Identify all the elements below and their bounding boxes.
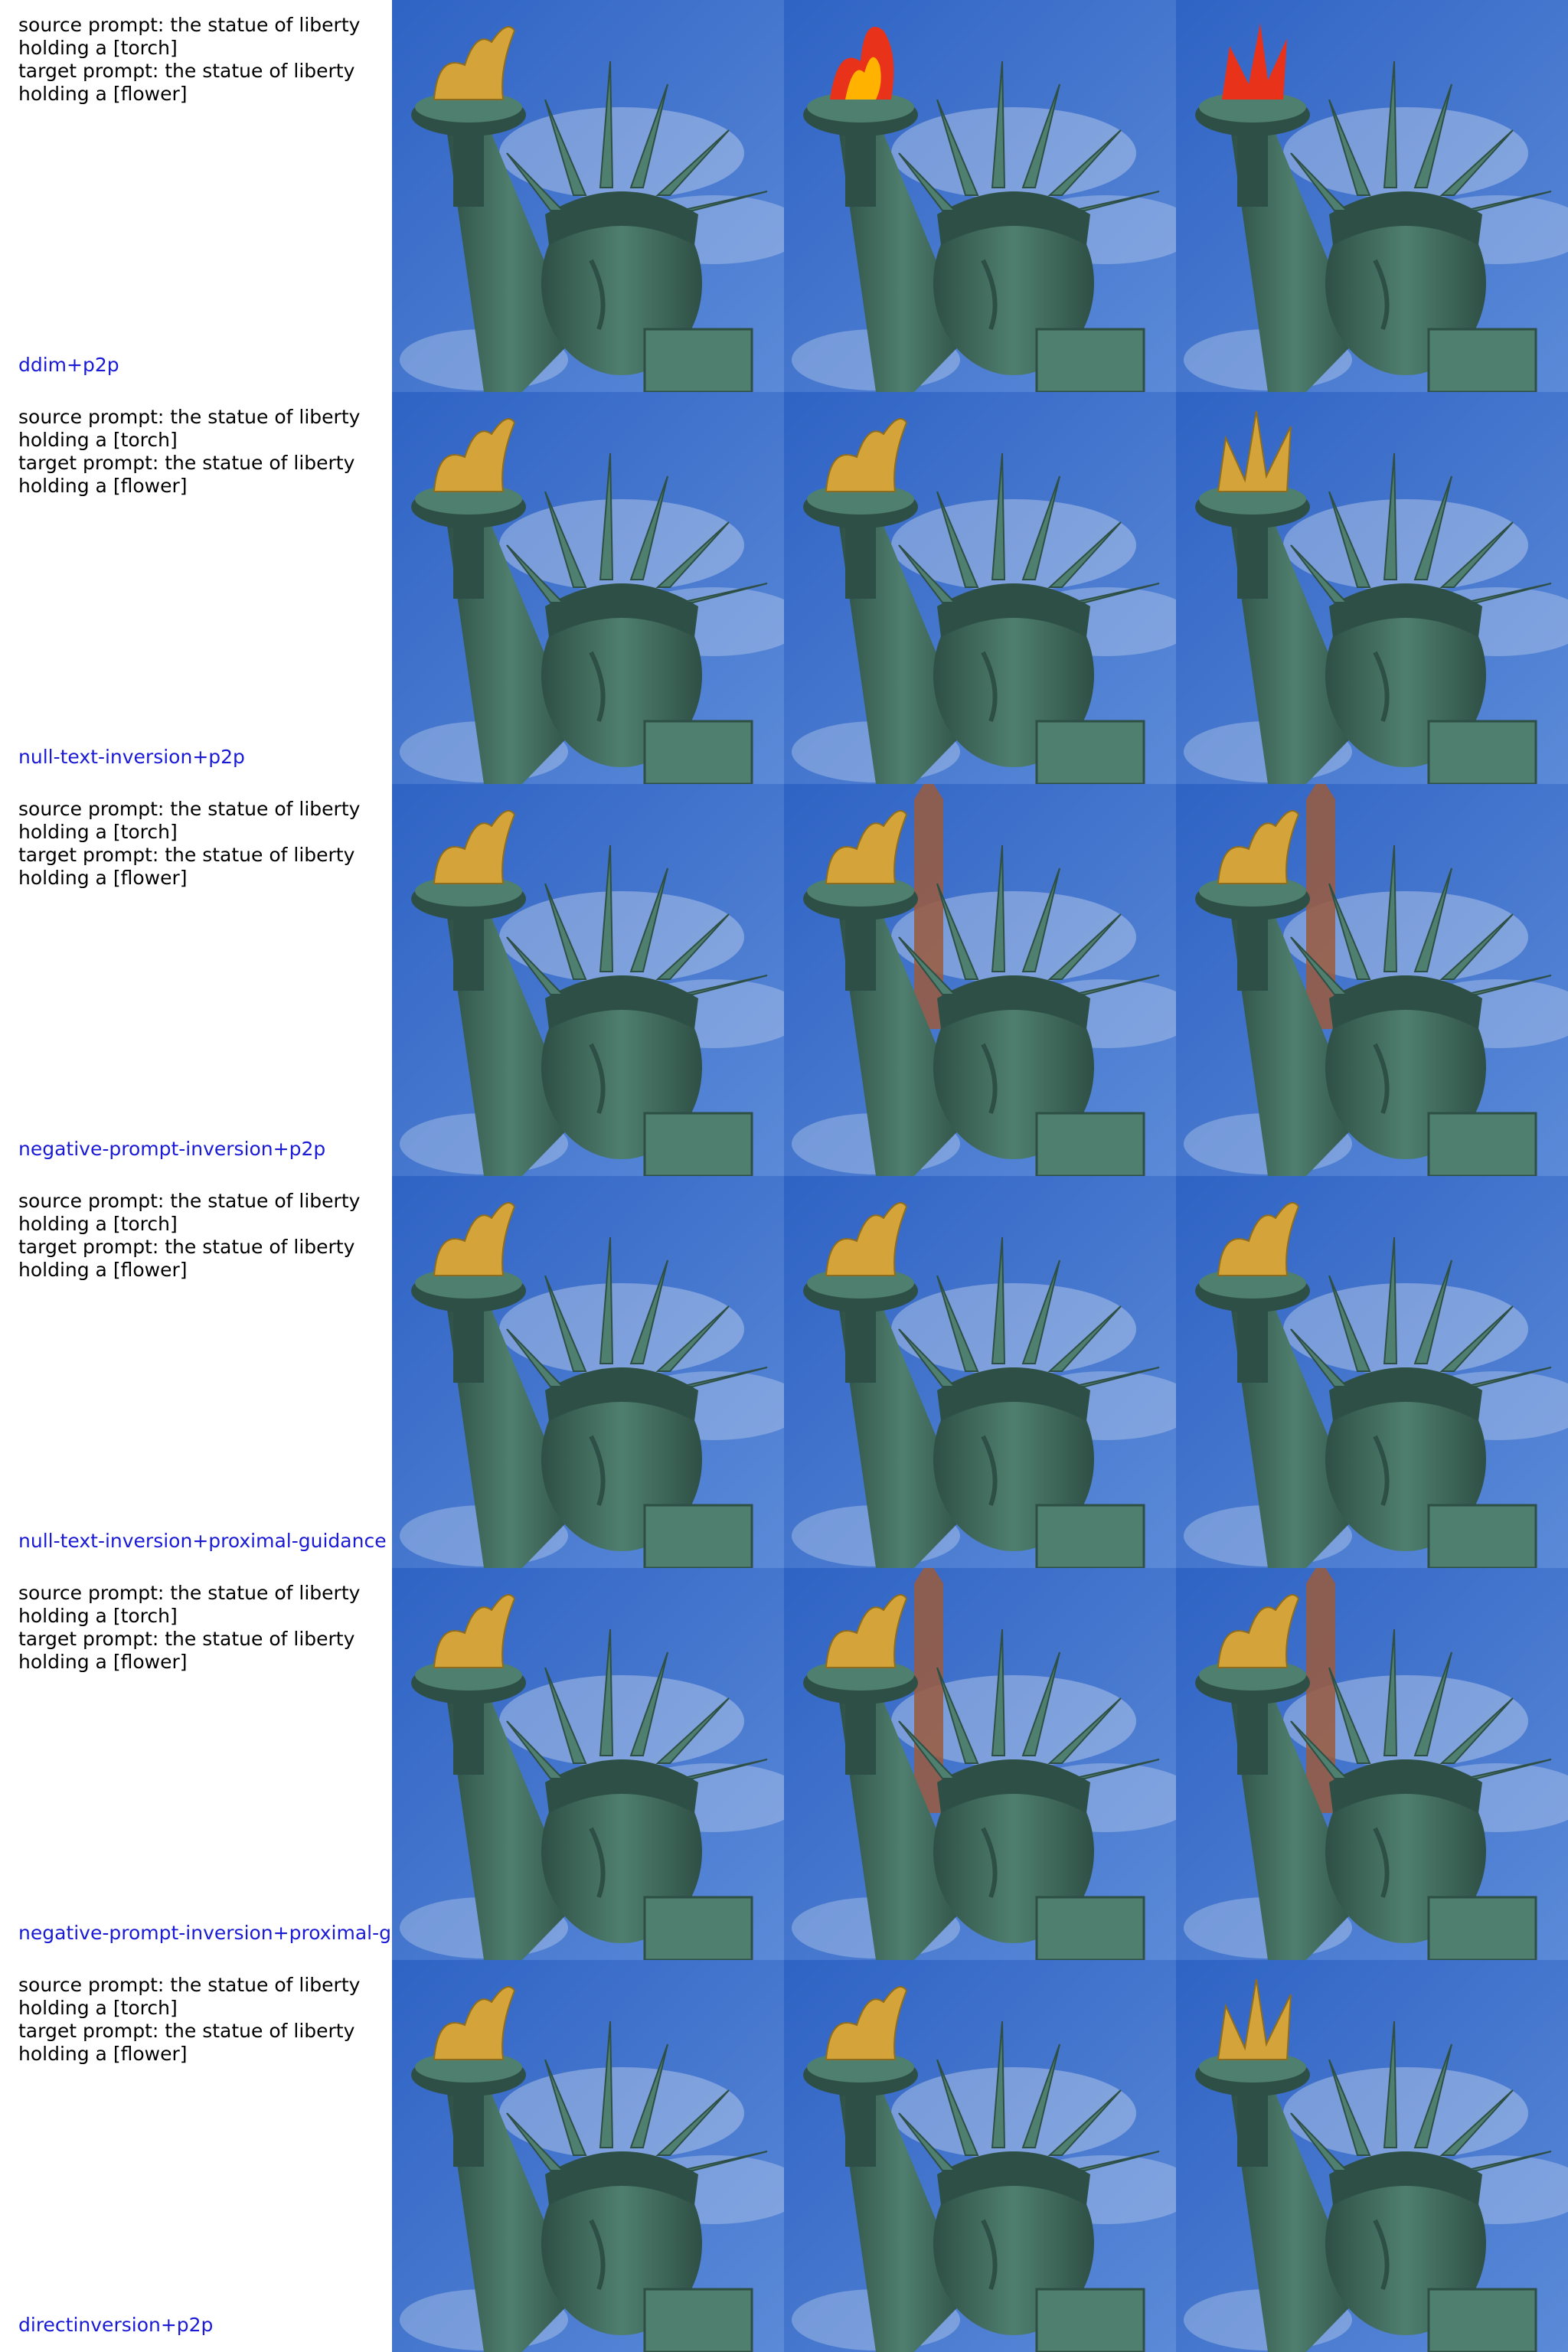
statue-tablet — [1427, 1112, 1537, 1176]
method-row: source prompt: the statue of liberty hol… — [0, 1960, 1568, 2352]
result-image-statue-of-liberty-source — [392, 1960, 784, 2352]
method-name: null-text-inversion+p2p — [18, 746, 245, 768]
method-name: negative-prompt-inversion+p2p — [18, 1138, 326, 1160]
tower-artifact — [914, 1583, 943, 1813]
source-prompt: source prompt: the statue of liberty hol… — [18, 1190, 361, 1235]
method-row: source prompt: the statue of liberty hol… — [0, 1568, 1568, 1960]
target-prompt: target prompt: the statue of liberty hol… — [18, 1236, 355, 1281]
result-image-statue-of-liberty-source — [392, 0, 784, 392]
target-prompt: target prompt: the statue of liberty hol… — [18, 844, 355, 889]
result-image-statue-of-liberty-edited-red-flower — [1176, 0, 1568, 392]
statue-tablet — [1035, 328, 1145, 392]
source-prompt: source prompt: the statue of liberty hol… — [18, 798, 361, 843]
statue-tablet — [1035, 1896, 1145, 1960]
result-image-statue-of-liberty-edited — [1176, 1176, 1568, 1568]
prompt-text: source prompt: the statue of liberty hol… — [18, 14, 378, 106]
result-image-statue-of-liberty-source — [392, 784, 784, 1176]
label-cell: source prompt: the statue of liberty hol… — [0, 392, 392, 784]
statue-tablet — [1035, 2288, 1145, 2352]
statue-tablet — [1427, 1896, 1537, 1960]
result-image-statue-of-liberty-edited-with-tower — [1176, 1568, 1568, 1960]
statue-tablet — [1427, 720, 1537, 784]
method-row: source prompt: the statue of liberty hol… — [0, 1176, 1568, 1568]
source-prompt: source prompt: the statue of liberty hol… — [18, 1974, 361, 2019]
result-image-statue-of-liberty-edited-flower — [1176, 1960, 1568, 2352]
tower-artifact — [1306, 1583, 1335, 1813]
target-prompt: target prompt: the statue of liberty hol… — [18, 452, 355, 497]
label-cell: source prompt: the statue of liberty hol… — [0, 1960, 392, 2352]
result-image-statue-of-liberty-reconstruction — [784, 1960, 1176, 2352]
comparison-grid: source prompt: the statue of liberty hol… — [0, 0, 1568, 2352]
target-prompt: target prompt: the statue of liberty hol… — [18, 1628, 355, 1673]
statue-tablet — [1427, 2288, 1537, 2352]
method-name: null-text-inversion+proximal-guidance — [18, 1530, 387, 1552]
statue-tablet — [1035, 1504, 1145, 1568]
result-image-statue-of-liberty-reconstruction-with-tower — [784, 1568, 1176, 1960]
label-cell: source prompt: the statue of liberty hol… — [0, 1568, 392, 1960]
tower-artifact — [914, 799, 943, 1029]
target-prompt: target prompt: the statue of liberty hol… — [18, 60, 355, 105]
label-cell: source prompt: the statue of liberty hol… — [0, 1176, 392, 1568]
prompt-text: source prompt: the statue of liberty hol… — [18, 406, 378, 498]
prompt-text: source prompt: the statue of liberty hol… — [18, 1582, 378, 1674]
method-row: source prompt: the statue of liberty hol… — [0, 784, 1568, 1176]
source-prompt: source prompt: the statue of liberty hol… — [18, 14, 361, 59]
method-name: ddim+p2p — [18, 354, 119, 376]
result-image-statue-of-liberty-reconstruction — [784, 1176, 1176, 1568]
result-image-statue-of-liberty-source — [392, 392, 784, 784]
label-cell: source prompt: the statue of liberty hol… — [0, 0, 392, 392]
method-name: directinversion+p2p — [18, 2314, 214, 2336]
method-row: source prompt: the statue of liberty hol… — [0, 0, 1568, 392]
tower-artifact — [1306, 799, 1335, 1029]
prompt-text: source prompt: the statue of liberty hol… — [18, 1190, 378, 1282]
result-image-statue-of-liberty-edited-with-tower — [1176, 784, 1568, 1176]
result-image-statue-of-liberty-reconstruction-with-tower — [784, 784, 1176, 1176]
statue-tablet — [643, 1896, 753, 1960]
statue-tablet — [1035, 1112, 1145, 1176]
method-row: source prompt: the statue of liberty hol… — [0, 392, 1568, 784]
label-cell: source prompt: the statue of liberty hol… — [0, 784, 392, 1176]
result-image-statue-of-liberty-edited-flower — [1176, 392, 1568, 784]
statue-tablet — [643, 720, 753, 784]
statue-tablet — [1427, 328, 1537, 392]
statue-tablet — [643, 1112, 753, 1176]
source-prompt: source prompt: the statue of liberty hol… — [18, 406, 361, 451]
statue-tablet — [1035, 720, 1145, 784]
prompt-text: source prompt: the statue of liberty hol… — [18, 798, 378, 890]
result-image-statue-of-liberty-source — [392, 1568, 784, 1960]
prompt-text: source prompt: the statue of liberty hol… — [18, 1974, 378, 2066]
method-name: negative-prompt-inversion+proximal-g — [18, 1922, 391, 1944]
statue-tablet — [643, 2288, 753, 2352]
statue-tablet — [1427, 1504, 1537, 1568]
result-image-statue-of-liberty-reconstruction-flame-torch — [784, 0, 1176, 392]
statue-tablet — [643, 328, 753, 392]
source-prompt: source prompt: the statue of liberty hol… — [18, 1582, 361, 1627]
target-prompt: target prompt: the statue of liberty hol… — [18, 2020, 355, 2065]
result-image-statue-of-liberty-source — [392, 1176, 784, 1568]
statue-tablet — [643, 1504, 753, 1568]
result-image-statue-of-liberty-reconstruction — [784, 392, 1176, 784]
